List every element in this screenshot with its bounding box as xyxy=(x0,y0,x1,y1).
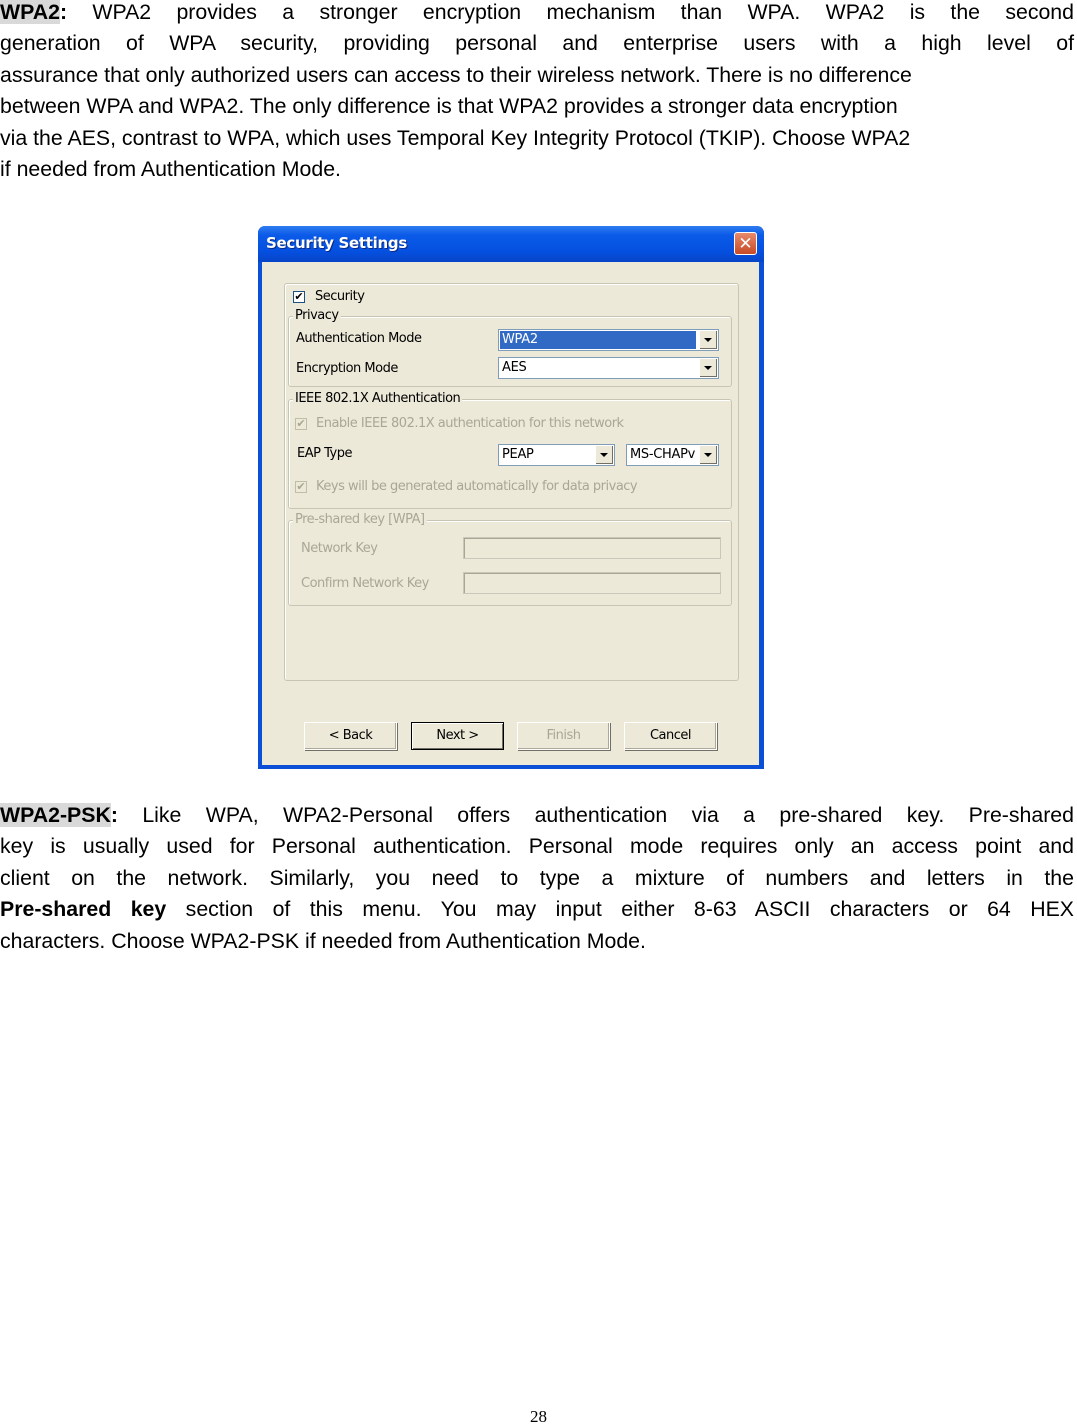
dialog-title: Security Settings xyxy=(266,234,407,252)
security-label: Security xyxy=(315,289,365,304)
keys-auto-label: Keys will be generated automatically for… xyxy=(316,479,638,494)
enable-8021x-label: Enable IEEE 802.1X authentication for th… xyxy=(316,416,624,431)
chevron-down-icon[interactable] xyxy=(595,446,613,464)
paragraph-line: via the AES, contrast to WPA, which uses… xyxy=(0,125,911,150)
keys-auto-checkbox[interactable]: ✔ xyxy=(295,481,307,493)
paragraph-line: generation of WPA security, providing pe… xyxy=(0,31,1074,56)
term-wpa2: WPA2 xyxy=(0,0,60,24)
security-checkbox[interactable]: ✔ xyxy=(293,291,305,303)
confirm-key-input[interactable] xyxy=(463,572,721,594)
chevron-down-icon[interactable] xyxy=(699,446,717,464)
cancel-button[interactable]: Cancel xyxy=(624,722,717,750)
enable-8021x-checkbox[interactable]: ✔ xyxy=(295,418,307,430)
paragraph-line: between WPA and WPA2. The only differenc… xyxy=(0,94,898,119)
dialog-titlebar: Security Settings ✕ xyxy=(258,226,764,262)
auth-mode-value: WPA2 xyxy=(500,331,696,349)
dialog-client-area: ✔ Security Privacy Authentication Mode W… xyxy=(262,262,759,765)
ieee-legend: IEEE 802.1X Authentication xyxy=(293,391,463,406)
network-key-input[interactable] xyxy=(463,537,721,559)
next-button[interactable]: Next > xyxy=(411,722,504,750)
paragraph-line: client on the network. Similarly, you ne… xyxy=(0,865,1074,890)
term-colon: : xyxy=(59,0,68,24)
paragraph-line: assurance that only authorized users can… xyxy=(0,62,912,87)
eap-type-label: EAP Type xyxy=(297,446,352,461)
wpa2-psk-paragraph: WPA2-PSK: Like WPA, WPA2-Personal offers… xyxy=(0,800,1074,957)
auth-mode-label: Authentication Mode xyxy=(296,331,422,346)
auth-mode-select[interactable]: WPA2 xyxy=(498,329,719,351)
eap-type-select[interactable]: PEAP xyxy=(498,444,615,466)
paragraph-line: WPA2: WPA2 provides a stronger encryptio… xyxy=(0,0,1074,28)
paragraph-line: Pre-shared key section of this menu. You… xyxy=(0,894,1074,925)
line-text: Like WPA, WPA2-Personal offers authentic… xyxy=(117,803,1074,827)
close-icon[interactable]: ✕ xyxy=(734,232,757,255)
paragraph-line: WPA2-PSK: Like WPA, WPA2-Personal offers… xyxy=(0,800,1074,831)
term-wpa2-psk: WPA2-PSK xyxy=(0,803,111,827)
wpa2-paragraph: WPA2: WPA2 provides a stronger encryptio… xyxy=(0,0,1074,185)
paragraph-line: key is usually used for Personal authent… xyxy=(0,834,1074,859)
eap-inner-select[interactable]: MS-CHAPv xyxy=(626,444,719,466)
encryption-mode-select[interactable]: AES xyxy=(498,357,719,379)
privacy-legend: Privacy xyxy=(293,308,341,323)
encryption-mode-label: Encryption Mode xyxy=(296,361,398,376)
psk-legend: Pre-shared key [WPA] xyxy=(293,512,427,527)
pre-shared-key-term: Pre-shared key xyxy=(0,897,167,922)
finish-button[interactable]: Finish xyxy=(517,722,610,750)
paragraph-line: characters. Choose WPA2-PSK if needed fr… xyxy=(0,928,646,953)
confirm-key-label: Confirm Network Key xyxy=(301,576,429,591)
line-text: section of this menu. You may input eith… xyxy=(166,897,1074,922)
eap-type-value: PEAP xyxy=(502,447,534,462)
chevron-down-icon[interactable] xyxy=(699,331,717,349)
network-key-label: Network Key xyxy=(301,541,378,556)
page-number: 28 xyxy=(530,1407,547,1426)
paragraph-line: if needed from Authentication Mode. xyxy=(0,156,341,181)
security-settings-dialog: Security Settings ✕ ✔ Security Privacy A… xyxy=(258,226,764,769)
back-button[interactable]: < Back xyxy=(304,722,397,750)
term-colon: : xyxy=(110,803,118,827)
encryption-mode-value: AES xyxy=(502,360,527,375)
line-text: WPA2 provides a stronger encryption mech… xyxy=(67,0,1074,24)
eap-inner-value: MS-CHAPv xyxy=(630,447,696,462)
chevron-down-icon[interactable] xyxy=(699,359,717,377)
